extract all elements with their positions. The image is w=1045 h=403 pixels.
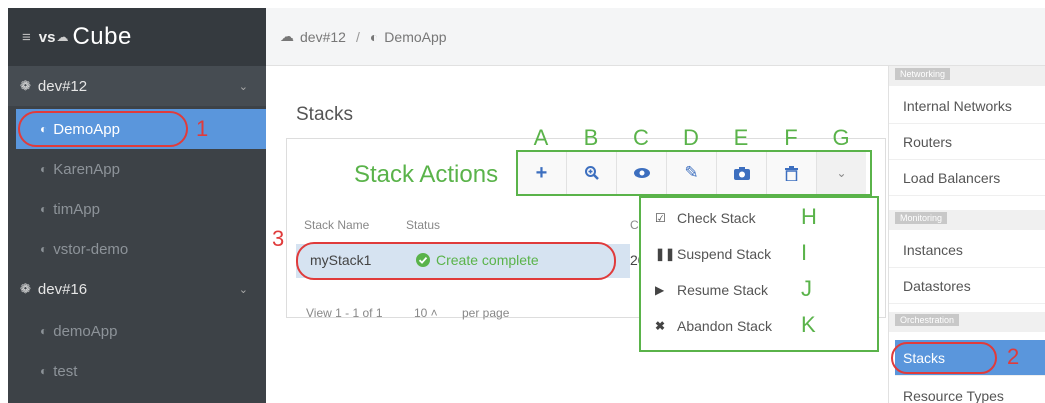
- sidebar-item-label: KarenApp: [53, 160, 120, 178]
- nav-item-datastores[interactable]: Datastores: [889, 268, 1045, 304]
- actions-highlight-box: [516, 150, 872, 196]
- column-header-stack-name[interactable]: Stack Name: [304, 218, 369, 232]
- action-letter: G: [832, 125, 850, 150]
- menu-letter: K: [801, 312, 816, 337]
- app-icon: ◐: [40, 162, 48, 176]
- stacks-highlight-oval: [891, 342, 997, 374]
- sidebar-item-karenapp[interactable]: ◐ KarenApp: [8, 149, 266, 189]
- menu-item-label: Resume Stack: [677, 282, 769, 298]
- menu-item-suspend-stack[interactable]: ❚❚ Suspend Stack: [655, 246, 771, 262]
- action-letter: F: [784, 125, 798, 150]
- app-icon: ◐: [40, 324, 48, 338]
- sidebar-item-label: demoApp: [53, 322, 118, 340]
- sidebar-project-label: dev#12: [37, 77, 88, 95]
- row-highlight-oval: [296, 242, 616, 280]
- section-header: Networking: [895, 68, 951, 80]
- sidebar: ≡ vs ☁ Cube ❁ dev#12 ⌄ ◐ DemoApp ◐ Karen…: [8, 8, 266, 403]
- breadcrumb-project[interactable]: dev#12: [300, 29, 346, 45]
- sidebar-project-dev12[interactable]: ❁ dev#12 ⌄: [8, 66, 266, 106]
- per-page-label: per page: [462, 306, 510, 320]
- callout-3: 3: [272, 226, 285, 251]
- app-icon: ◐: [40, 364, 48, 378]
- nav-item-load-balancers[interactable]: Load Balancers: [889, 160, 1045, 196]
- action-letter: C: [633, 125, 649, 150]
- stack-actions-label: Stack Actions: [354, 161, 499, 188]
- breadcrumb-separator: /: [355, 28, 360, 45]
- menu-item-label: Check Stack: [677, 210, 756, 226]
- menu-letter: J: [801, 276, 812, 301]
- pause-icon: ❚❚: [655, 247, 676, 261]
- nav-section-monitoring: Monitoring: [889, 210, 1045, 230]
- page-size-select[interactable]: 10 ˄: [414, 306, 438, 320]
- page-title: Stacks: [296, 104, 354, 125]
- action-letter: E: [733, 125, 749, 150]
- brand-bar: ≡ vs ☁ Cube: [8, 8, 266, 66]
- sidebar-item-label: test: [53, 362, 78, 380]
- menu-letter: I: [801, 240, 808, 265]
- sidebar-project-dev16[interactable]: ❁ dev#16 ⌄: [8, 269, 266, 309]
- menu-item-abandon-stack[interactable]: ✖ Abandon Stack: [655, 318, 772, 334]
- nav-item-instances[interactable]: Instances: [889, 232, 1045, 268]
- chevron-down-icon: ⌄: [238, 283, 248, 296]
- action-letter: A: [533, 125, 549, 150]
- app-window: ≡ vs ☁ Cube ❁ dev#12 ⌄ ◐ DemoApp ◐ Karen…: [8, 8, 1045, 403]
- sidebar-item-test[interactable]: ◐ test: [8, 351, 266, 391]
- action-letter: B: [583, 125, 599, 150]
- sidebar-project-label: dev#16: [37, 280, 88, 298]
- column-header-status[interactable]: Status: [406, 218, 440, 232]
- sidebar-item-label: timApp: [53, 200, 100, 218]
- nav-section-networking: Networking: [889, 66, 1045, 86]
- nav-item-resource-types[interactable]: Resource Types: [889, 378, 1045, 403]
- nav-item-internal-networks[interactable]: Internal Networks: [889, 88, 1045, 124]
- users-icon: ❁: [20, 78, 31, 93]
- action-letter-labels: A B C D E F G: [516, 126, 872, 150]
- menu-item-label: Suspend Stack: [677, 246, 772, 262]
- main-content: Stacks A B C D E F G Stack Actions + ✎ ⌄…: [266, 66, 888, 403]
- callout-2: 2: [1007, 344, 1020, 369]
- breadcrumb-app[interactable]: DemoApp: [384, 29, 446, 45]
- x-icon: ✖: [655, 319, 666, 333]
- sidebar-item-demoapp2[interactable]: ◐ demoApp: [8, 311, 266, 351]
- nav-item-routers[interactable]: Routers: [889, 124, 1045, 160]
- section-header: Monitoring: [895, 212, 948, 224]
- nav-section-orchestration: Orchestration: [889, 312, 1045, 332]
- sidebar-item-timapp[interactable]: ◐ timApp: [8, 189, 266, 229]
- play-icon: ▶: [655, 283, 665, 297]
- cloud-icon: ☁: [56, 30, 69, 44]
- hamburger-icon[interactable]: ≡: [22, 29, 31, 46]
- sidebar-item-vstor-demo[interactable]: ◐ vstor-demo: [8, 229, 266, 269]
- more-actions-menu: ☑ Check Stack H ❚❚ Suspend Stack I ▶ Res…: [639, 196, 879, 352]
- cloud-icon: ☁: [280, 28, 294, 44]
- right-nav: Networking Internal Networks Routers Loa…: [888, 66, 1045, 403]
- app-icon: ◐: [369, 28, 379, 45]
- users-icon: ❁: [20, 281, 31, 296]
- sidebar-item-label: vstor-demo: [53, 240, 129, 258]
- action-letter: D: [683, 125, 699, 150]
- pager-summary: View 1 - 1 of 1: [306, 306, 383, 320]
- menu-letter: H: [801, 204, 817, 229]
- menu-item-resume-stack[interactable]: ▶ Resume Stack: [655, 282, 768, 298]
- callout-1: 1: [196, 116, 209, 141]
- demoapp-highlight-oval: [18, 111, 188, 147]
- check-square-icon: ☑: [655, 211, 666, 225]
- section-header: Orchestration: [895, 314, 960, 326]
- menu-item-label: Abandon Stack: [677, 318, 772, 334]
- breadcrumb: ☁ dev#12 / ◐ DemoApp: [266, 8, 1045, 66]
- brand-prefix: vs: [38, 28, 56, 46]
- brand-name: Cube: [72, 23, 132, 50]
- menu-item-check-stack[interactable]: ☑ Check Stack: [655, 210, 756, 226]
- chevron-down-icon: ⌄: [238, 80, 248, 93]
- app-icon: ◐: [40, 202, 48, 216]
- app-icon: ◐: [40, 242, 48, 256]
